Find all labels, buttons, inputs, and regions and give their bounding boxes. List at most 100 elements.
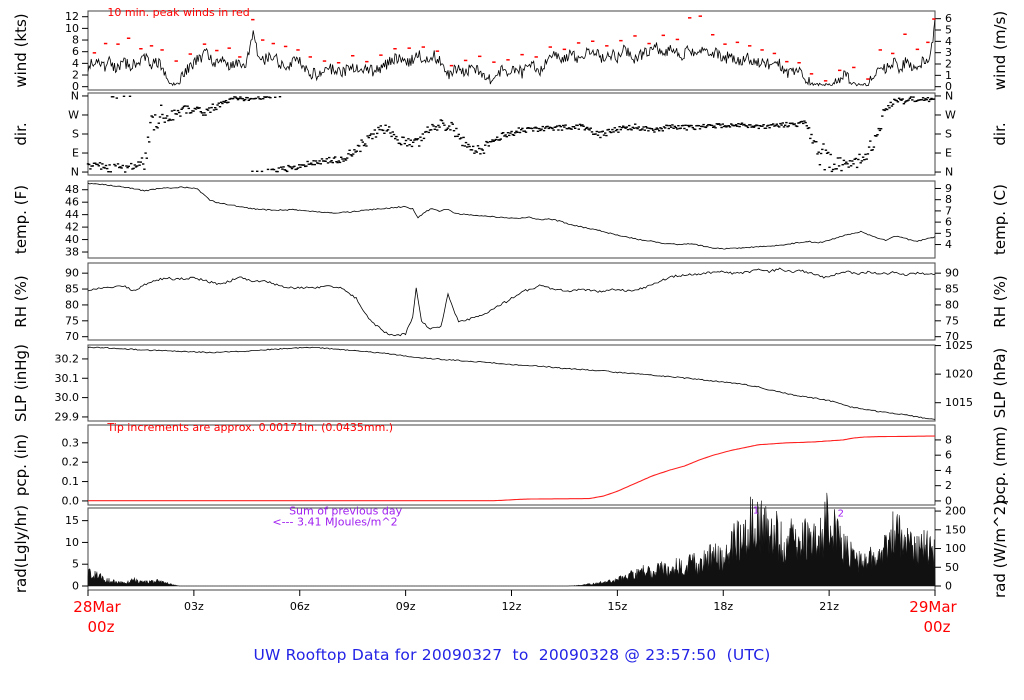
svg-text:0.0: 0.0: [62, 494, 80, 507]
axis-label-left-wind: wind (kts): [12, 13, 30, 87]
svg-text:W: W: [68, 108, 79, 121]
svg-text:29.9: 29.9: [55, 410, 80, 423]
svg-text:50: 50: [945, 561, 959, 574]
svg-text:6: 6: [72, 45, 79, 58]
svg-text:4: 4: [945, 238, 952, 251]
panel-wind: 0246810120123456wind (kts)wind (m/s)10 m…: [12, 6, 1009, 93]
slp-trace: [88, 347, 935, 419]
svg-text:8: 8: [945, 193, 952, 206]
svg-text:1020: 1020: [945, 368, 973, 381]
svg-text:5: 5: [945, 24, 952, 37]
svg-text:8: 8: [945, 433, 952, 446]
svg-text:E: E: [945, 147, 952, 160]
x-tick-label: 15z: [607, 600, 627, 613]
x-end-date-line2: 00z: [924, 618, 951, 636]
axis-label-right-rad: rad (W/m^2): [991, 500, 1009, 598]
svg-text:1025: 1025: [945, 339, 973, 352]
svg-text:42: 42: [65, 221, 79, 234]
pcp-trace: [88, 436, 935, 501]
axis-label-left-slp: SLP (inHg): [12, 344, 30, 422]
svg-text:N: N: [945, 89, 953, 102]
axis-label-left-rh: RH (%): [12, 275, 30, 327]
svg-text:0: 0: [945, 579, 952, 592]
wind-trace: [88, 19, 935, 86]
rh-trace: [88, 268, 935, 336]
svg-text:90: 90: [65, 267, 79, 280]
svg-text:30.1: 30.1: [55, 372, 80, 385]
svg-text:15: 15: [65, 514, 79, 527]
svg-text:E: E: [72, 147, 79, 160]
svg-text:80: 80: [65, 298, 79, 311]
panel-rh: 70758085907075808590RH (%)RH (%): [12, 263, 1009, 343]
svg-text:2: 2: [945, 58, 952, 71]
chart-title: UW Rooftop Data for 20090327 to 20090328…: [0, 646, 1024, 664]
meteogram-chart: 0246810120123456wind (kts)wind (m/s)10 m…: [0, 0, 1024, 700]
svg-text:0.3: 0.3: [62, 436, 80, 449]
axis-label-left-rad: rad(Lgly/hr): [12, 505, 30, 593]
x-tick-label: 21z: [819, 600, 839, 613]
svg-text:1015: 1015: [945, 396, 973, 409]
svg-text:7: 7: [945, 204, 952, 217]
svg-text:48: 48: [65, 183, 79, 196]
axis-label-left-dir: dir.: [12, 122, 30, 145]
svg-text:150: 150: [945, 523, 966, 536]
svg-text:6: 6: [945, 216, 952, 229]
panel-slp: 29.930.030.130.2101510201025SLP (inHg)SL…: [12, 339, 1009, 423]
svg-text:0: 0: [72, 579, 79, 592]
wind-annotation-0: 10 min. peak winds in red: [107, 6, 249, 19]
svg-text:10: 10: [65, 536, 79, 549]
svg-text:30.2: 30.2: [55, 352, 80, 365]
svg-text:4: 4: [72, 57, 79, 70]
axis-label-right-dir: dir.: [991, 122, 1009, 145]
panel-dir: NESWNNESWNdir.dir.: [12, 89, 1009, 178]
svg-text:38: 38: [65, 246, 79, 259]
axis-label-right-wind: wind (m/s): [991, 11, 1009, 90]
svg-text:12: 12: [65, 10, 79, 23]
svg-text:N: N: [71, 89, 79, 102]
x-tick-label: 03z: [184, 600, 204, 613]
svg-text:200: 200: [945, 505, 966, 518]
svg-text:5: 5: [72, 558, 79, 571]
x-axis: 03z06z09z12z15z18z21z28Mar00z29Mar00z: [73, 590, 957, 636]
svg-text:0.1: 0.1: [62, 475, 80, 488]
svg-text:44: 44: [65, 208, 79, 221]
svg-text:85: 85: [945, 283, 959, 296]
svg-text:75: 75: [65, 314, 79, 327]
svg-text:4: 4: [945, 464, 952, 477]
svg-text:3: 3: [945, 46, 952, 59]
x-end-date-line1: 29Mar: [909, 598, 957, 616]
x-start-date-line2: 00z: [88, 618, 115, 636]
svg-text:2: 2: [72, 69, 79, 82]
x-start-date-line1: 28Mar: [73, 598, 121, 616]
meteogram-svg: 0246810120123456wind (kts)wind (m/s)10 m…: [0, 0, 1024, 700]
temp-trace: [88, 183, 935, 249]
x-tick-label: 18z: [713, 600, 733, 613]
axis-label-right-rh: RH (%): [991, 275, 1009, 327]
svg-text:2: 2: [945, 479, 952, 492]
svg-text:70: 70: [65, 330, 79, 343]
x-tick-label: 09z: [396, 600, 416, 613]
x-tick-label: 06z: [290, 600, 310, 613]
axis-label-left-pcp: pcp. (in): [12, 434, 30, 496]
svg-text:6: 6: [945, 12, 952, 25]
panel-pcp: 0.00.10.20.302468pcp. (in)pcp. (mm)Tip i…: [12, 421, 1009, 508]
svg-text:100: 100: [945, 542, 966, 555]
svg-text:W: W: [945, 108, 956, 121]
svg-text:8: 8: [72, 34, 79, 47]
rad-annotation-2: 1: [753, 506, 759, 517]
svg-text:S: S: [72, 128, 79, 141]
svg-text:10: 10: [65, 22, 79, 35]
dir-scatter: [87, 96, 935, 173]
svg-text:S: S: [945, 128, 952, 141]
axis-label-left-temp: temp. (F): [12, 185, 30, 254]
rad-annotation-3: 2: [838, 509, 844, 520]
svg-text:9: 9: [945, 182, 952, 195]
svg-text:6: 6: [945, 449, 952, 462]
axis-label-right-slp: SLP (hPa): [991, 348, 1009, 418]
pcp-annotation-0: Tip increments are approx. 0.00171in. (0…: [106, 421, 393, 434]
rad-area: [88, 493, 935, 586]
panel-temp: 384042444648456789temp. (F)temp. (C): [12, 181, 1009, 259]
svg-text:75: 75: [945, 314, 959, 327]
svg-text:N: N: [945, 166, 953, 179]
panel-rad: 051015050100150200rad(Lgly/hr)rad (W/m^2…: [12, 493, 1009, 598]
